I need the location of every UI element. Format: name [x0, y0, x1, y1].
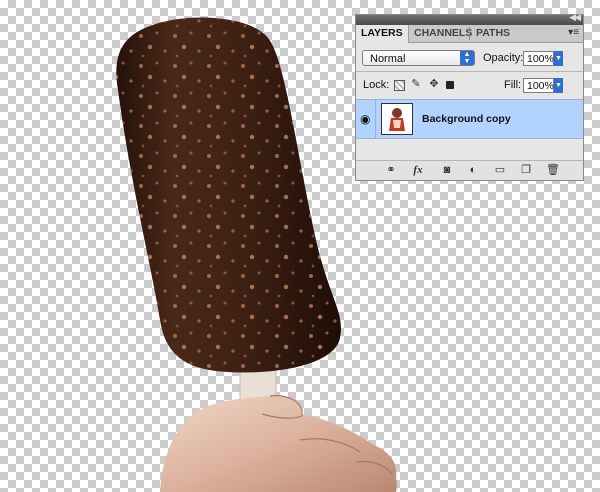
eye-icon[interactable]: ◉: [360, 113, 370, 125]
fill-label: Fill:: [504, 79, 522, 91]
panel-footer: ⚭ fx ◙ ◐ ▭ ❐ 🗑: [356, 160, 583, 180]
blend-opacity-row: Normal ▲ ▼ Opacity: 100% ▼: [356, 49, 583, 69]
lock-image-pixels-icon[interactable]: ✎: [410, 78, 422, 90]
new-layer-icon[interactable]: ❐: [519, 164, 533, 177]
panel-tab-bar: LAYERS CHANNELS PATHS ▾≡: [356, 25, 583, 43]
trash-icon[interactable]: 🗑: [546, 164, 560, 177]
layer-name[interactable]: Background copy: [422, 113, 511, 125]
lock-label: Lock:: [363, 79, 390, 91]
panel-menu-icon[interactable]: ▾≡: [568, 27, 579, 38]
tab-channels[interactable]: CHANNELS: [409, 25, 477, 42]
thumbnail-image: [382, 104, 412, 134]
new-group-icon[interactable]: ▭: [493, 164, 507, 177]
layer-row[interactable]: ◉ Background copy: [356, 99, 583, 139]
opacity-dropdown-icon[interactable]: ▼: [554, 51, 563, 66]
hand: [160, 395, 397, 492]
fill-field[interactable]: 100%: [523, 78, 554, 93]
tab-paths[interactable]: PATHS: [471, 25, 515, 42]
document-canvas[interactable]: ◀◀ LAYERS CHANNELS PATHS ▾≡ Normal ▲ ▼ Op…: [0, 0, 600, 492]
link-layers-icon[interactable]: ⚭: [384, 164, 398, 177]
lock-transparent-pixels-icon[interactable]: [394, 80, 405, 91]
layer-thumbnail[interactable]: [381, 103, 413, 135]
lock-position-icon[interactable]: ✥: [428, 78, 440, 90]
select-arrows-icon: ▲ ▼: [460, 51, 474, 65]
collapse-icon[interactable]: ◀◀: [569, 12, 581, 23]
adjustment-layer-icon[interactable]: ◐: [466, 164, 480, 177]
lock-all-icon[interactable]: [446, 81, 454, 89]
opacity-field[interactable]: 100%: [523, 51, 554, 66]
divider: [356, 71, 583, 72]
opacity-label: Opacity:: [483, 52, 524, 64]
panel-title-bar[interactable]: ◀◀: [356, 12, 583, 25]
blend-mode-select[interactable]: Normal ▲ ▼: [362, 50, 475, 66]
blend-mode-value: Normal: [370, 53, 406, 65]
lock-fill-row: Lock: ✎ ✥ Fill: 100% ▼: [356, 75, 583, 95]
layers-panel: ◀◀ LAYERS CHANNELS PATHS ▾≡ Normal ▲ ▼ Op…: [355, 12, 584, 181]
fill-dropdown-icon[interactable]: ▼: [554, 78, 563, 93]
layer-style-fx-icon[interactable]: fx: [411, 164, 425, 177]
visibility-toggle[interactable]: ◉: [356, 100, 376, 138]
tab-layers[interactable]: LAYERS: [356, 25, 409, 43]
add-mask-icon[interactable]: ◙: [440, 164, 454, 177]
tab-separator: [469, 27, 470, 40]
